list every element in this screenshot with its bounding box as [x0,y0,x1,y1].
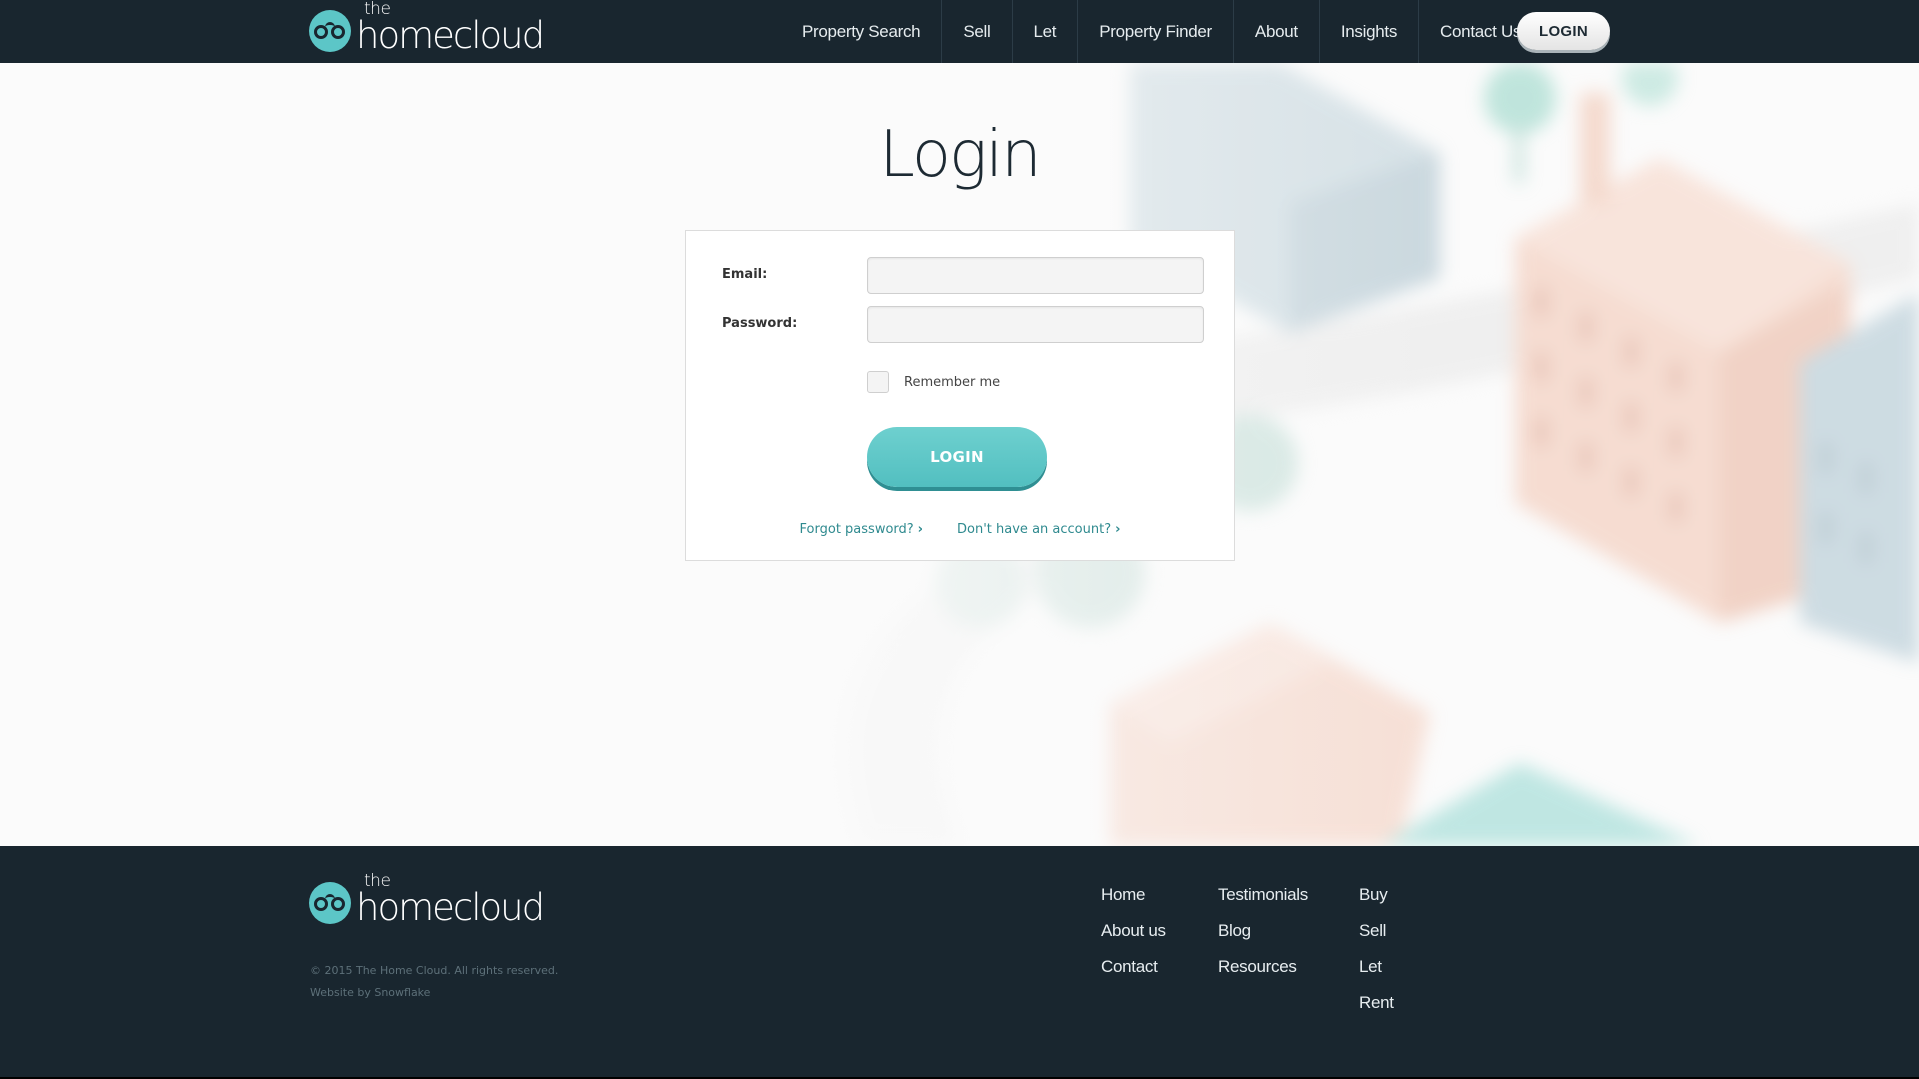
footer-link-about-us[interactable]: About us [1101,920,1166,942]
nav-property-search[interactable]: Property Search [781,0,943,63]
forgot-password-label: Forgot password? [799,522,914,537]
nav-property-finder[interactable]: Property Finder [1078,0,1234,63]
remember-me-checkbox[interactable] [867,371,889,393]
login-hero: Login Email: Password: Remember me LOGIN… [0,63,1919,846]
footer-meta: © 2015 The Home Cloud. All rights reserv… [310,960,558,1004]
footer-link-sell[interactable]: Sell [1359,920,1394,942]
footer-link-home[interactable]: Home [1101,884,1166,906]
footer-col-services: Buy Sell Let Rent [1359,884,1394,1014]
glasses-icon [309,10,351,52]
copyright-text: © 2015 The Home Cloud. All rights reserv… [310,964,559,977]
logo-wordmark: the homecloud [356,1,545,55]
email-label: Email: [722,267,768,282]
footer-link-rent[interactable]: Rent [1359,992,1394,1014]
logo-the: the [364,871,391,891]
footer-logo[interactable]: the homecloud [309,873,545,927]
email-field[interactable] [867,257,1204,294]
forgot-password-link[interactable]: Forgot password? › [800,522,924,537]
site-footer: the homecloud © 2015 The Home Cloud. All… [0,846,1919,1079]
form-links: Forgot password? › Don't have an account?… [686,522,1234,537]
password-field[interactable] [867,306,1204,343]
footer-link-testimonials[interactable]: Testimonials [1218,884,1308,906]
remember-me: Remember me [867,371,1000,393]
nav-about[interactable]: About [1234,0,1320,63]
glasses-icon [309,882,351,924]
page: the homecloud Property Search Sell Let P… [0,0,1919,1079]
login-form: Email: Password: Remember me LOGIN Forgo… [685,230,1235,561]
nav-let[interactable]: Let [1013,0,1079,63]
footer-link-buy[interactable]: Buy [1359,884,1394,906]
chevron-right-icon: › [1115,522,1121,537]
site-logo[interactable]: the homecloud [309,1,545,55]
footer-col-info: Testimonials Blog Resources [1218,884,1308,978]
password-label: Password: [722,316,798,331]
footer-link-let[interactable]: Let [1359,956,1394,978]
chevron-right-icon: › [917,522,924,537]
signup-label: Don't have an account? [957,522,1112,537]
footer-col-main: Home About us Contact [1101,884,1166,978]
logo-wordmark: the homecloud [356,873,545,927]
login-submit-button[interactable]: LOGIN [867,427,1047,487]
footer-link-contact[interactable]: Contact [1101,956,1166,978]
logo-the: the [364,0,391,19]
signup-link[interactable]: Don't have an account? › [957,522,1120,537]
main-nav: Property Search Sell Let Property Finder… [781,0,1542,63]
credit-text: Website by Snowflake [310,986,431,999]
remember-me-label: Remember me [904,374,1001,390]
site-header: the homecloud Property Search Sell Let P… [0,0,1919,63]
nav-sell[interactable]: Sell [942,0,1013,63]
header-login-button[interactable]: LOGIN [1517,12,1610,50]
nav-insights[interactable]: Insights [1320,0,1420,63]
footer-link-blog[interactable]: Blog [1218,920,1308,942]
page-title: Login [879,118,1041,192]
footer-link-resources[interactable]: Resources [1218,956,1308,978]
